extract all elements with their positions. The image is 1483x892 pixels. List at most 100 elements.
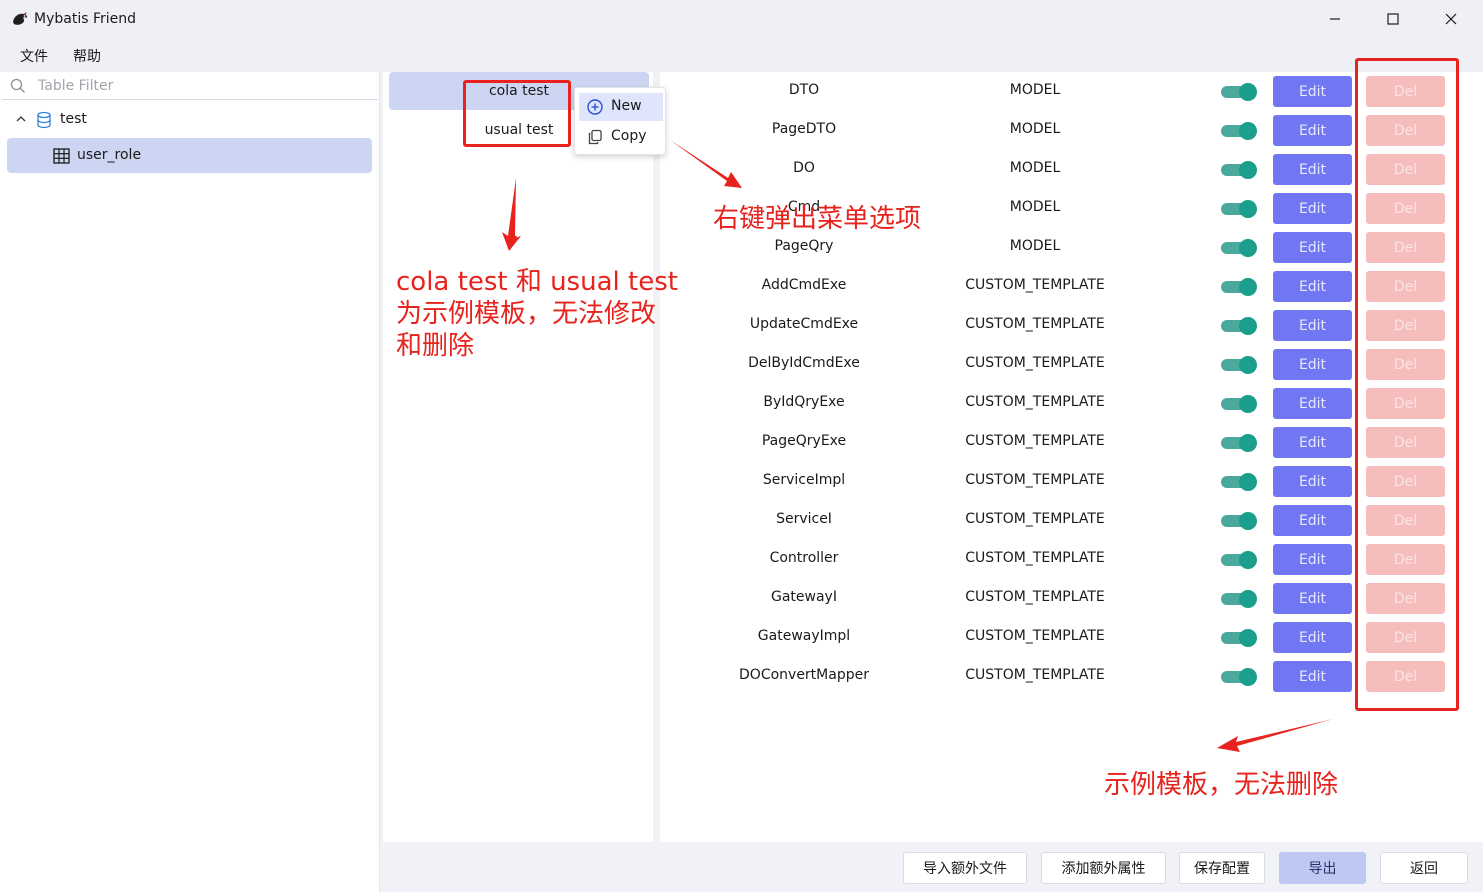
enabled-toggle[interactable]	[1221, 434, 1257, 452]
template-type: CUSTOM_TEMPLATE	[965, 355, 1105, 371]
toggle-knob	[1239, 590, 1257, 608]
edit-button[interactable]: Edit	[1273, 232, 1352, 263]
enabled-toggle[interactable]	[1221, 590, 1257, 608]
template-name: ByIdQryExe	[763, 394, 845, 410]
tree-node-database[interactable]: test	[12, 108, 372, 132]
table-label: user_role	[77, 147, 142, 163]
context-menu-copy[interactable]: Copy	[579, 123, 663, 151]
template-name: GatewayImpl	[757, 628, 851, 644]
import-extra-files-button[interactable]: 导入额外文件	[903, 852, 1027, 884]
template-type: CUSTOM_TEMPLATE	[965, 472, 1105, 488]
template-name: Controller	[769, 550, 839, 566]
delete-annotation: 示例模板，无法删除	[1104, 770, 1339, 800]
template-type: MODEL	[1009, 238, 1061, 254]
template-type: CUSTOM_TEMPLATE	[965, 667, 1105, 683]
toggle-knob	[1239, 551, 1257, 569]
template-name: GatewayI	[771, 589, 837, 605]
template-type: CUSTOM_TEMPLATE	[965, 316, 1105, 332]
enabled-toggle[interactable]	[1221, 200, 1257, 218]
close-icon	[1445, 13, 1457, 25]
menu-help[interactable]: 帮助	[73, 46, 101, 66]
edit-button[interactable]: Edit	[1273, 583, 1352, 614]
edit-button[interactable]: Edit	[1273, 388, 1352, 419]
enabled-toggle[interactable]	[1221, 473, 1257, 491]
toggle-knob	[1239, 395, 1257, 413]
edit-button[interactable]: Edit	[1273, 661, 1352, 692]
template-name: PageQry	[774, 238, 834, 254]
template-type: CUSTOM_TEMPLATE	[965, 277, 1105, 293]
window-title: Mybatis Friend	[34, 11, 137, 27]
enabled-toggle[interactable]	[1221, 122, 1257, 140]
plus-circle-icon	[587, 99, 603, 115]
edit-button[interactable]: Edit	[1273, 310, 1352, 341]
enabled-toggle[interactable]	[1221, 356, 1257, 374]
template-type: CUSTOM_TEMPLATE	[965, 550, 1105, 566]
edit-button[interactable]: Edit	[1273, 115, 1352, 146]
edit-button[interactable]: Edit	[1273, 349, 1352, 380]
template-type: MODEL	[1009, 160, 1061, 176]
edit-button[interactable]: Edit	[1273, 154, 1352, 185]
template-name: AddCmdExe	[761, 277, 847, 293]
toggle-knob	[1239, 200, 1257, 218]
toggle-knob	[1239, 668, 1257, 686]
context-menu-new[interactable]: New	[579, 93, 663, 121]
table-icon	[53, 148, 70, 164]
enabled-toggle[interactable]	[1221, 668, 1257, 686]
menu-file[interactable]: 文件	[20, 46, 48, 66]
enabled-toggle[interactable]	[1221, 161, 1257, 179]
template-type: CUSTOM_TEMPLATE	[965, 394, 1105, 410]
export-button[interactable]: 导出	[1279, 852, 1366, 884]
edit-button[interactable]: Edit	[1273, 466, 1352, 497]
edit-button[interactable]: Edit	[1273, 193, 1352, 224]
add-extra-attributes-button[interactable]: 添加额外属性	[1041, 852, 1166, 884]
back-button[interactable]: 返回	[1380, 852, 1468, 884]
template-name: PageDTO	[771, 121, 837, 137]
enabled-toggle[interactable]	[1221, 83, 1257, 101]
database-label: test	[60, 111, 87, 127]
save-config-button[interactable]: 保存配置	[1179, 852, 1265, 884]
template-name: DOConvertMapper	[739, 667, 869, 683]
chevron-up-icon[interactable]	[14, 112, 28, 126]
maximize-icon	[1387, 13, 1399, 25]
template-name: ServiceI	[776, 511, 832, 527]
minimize-button[interactable]	[1306, 0, 1364, 38]
template-name: DTO	[788, 82, 820, 98]
templates-annotation-line2: 为示例模板，无法修改	[396, 299, 657, 329]
templates-annotation-line1: cola test 和 usual test	[396, 267, 678, 297]
edit-button[interactable]: Edit	[1273, 427, 1352, 458]
context-menu-label: Copy	[611, 128, 647, 144]
edit-button[interactable]: Edit	[1273, 544, 1352, 575]
template-type: MODEL	[1009, 82, 1061, 98]
enabled-toggle[interactable]	[1221, 239, 1257, 257]
minimize-icon	[1330, 18, 1340, 20]
close-button[interactable]	[1422, 0, 1480, 38]
toggle-knob	[1239, 512, 1257, 530]
maximize-button[interactable]	[1364, 0, 1422, 38]
bottom-action-bar: 导入额外文件 添加额外属性 保存配置 导出 返回	[380, 842, 1483, 892]
enabled-toggle[interactable]	[1221, 278, 1257, 296]
toggle-knob	[1239, 317, 1257, 335]
tree-node-table[interactable]: user_role	[7, 138, 372, 173]
template-type: CUSTOM_TEMPLATE	[965, 511, 1105, 527]
enabled-toggle[interactable]	[1221, 512, 1257, 530]
toggle-knob	[1239, 434, 1257, 452]
toggle-knob	[1239, 356, 1257, 374]
template-type: MODEL	[1009, 121, 1061, 137]
toggle-knob	[1239, 161, 1257, 179]
template-type: CUSTOM_TEMPLATE	[965, 628, 1105, 644]
enabled-toggle[interactable]	[1221, 395, 1257, 413]
toggle-knob	[1239, 239, 1257, 257]
context-menu-annotation: 右键弹出菜单选项	[713, 204, 922, 234]
edit-button[interactable]: Edit	[1273, 505, 1352, 536]
toggle-knob	[1239, 278, 1257, 296]
edit-button[interactable]: Edit	[1273, 76, 1352, 107]
templates-highlight-box	[463, 80, 571, 147]
edit-button[interactable]: Edit	[1273, 271, 1352, 302]
copy-icon	[588, 129, 602, 145]
enabled-toggle[interactable]	[1221, 317, 1257, 335]
enabled-toggle[interactable]	[1221, 629, 1257, 647]
enabled-toggle[interactable]	[1221, 551, 1257, 569]
edit-button[interactable]: Edit	[1273, 622, 1352, 653]
menu-bar: 文件 帮助	[0, 38, 1483, 72]
table-filter-input[interactable]	[38, 75, 368, 97]
